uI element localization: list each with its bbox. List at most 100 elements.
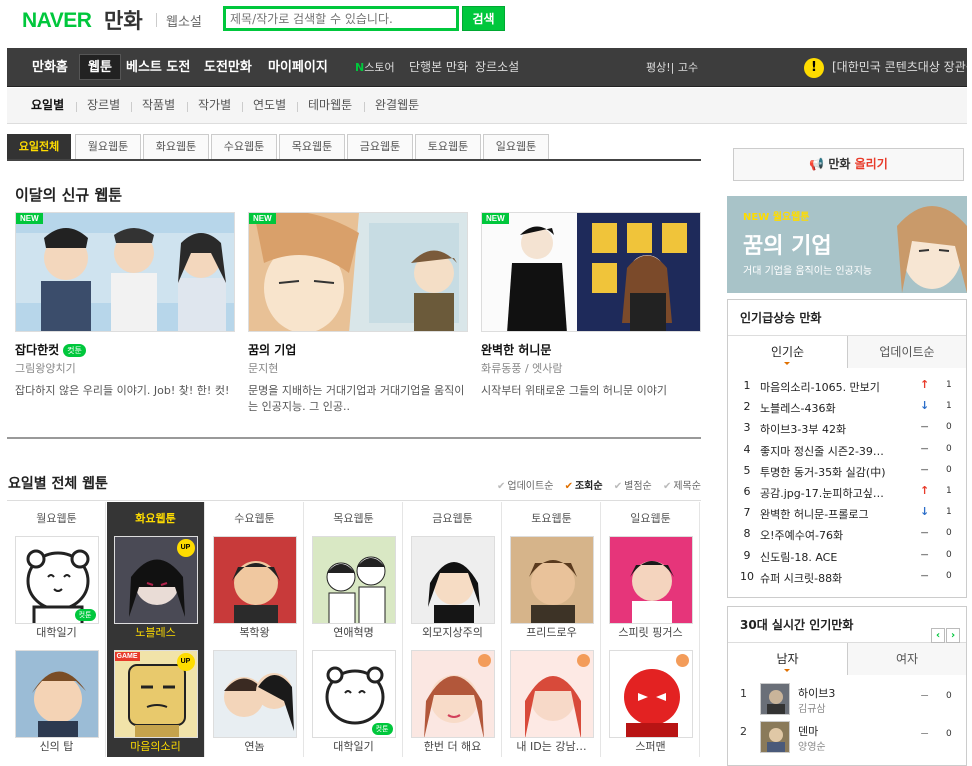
webtoon-thumbnail[interactable] bbox=[212, 650, 297, 738]
webtoon-title[interactable]: 외모지상주의 bbox=[411, 624, 495, 650]
webtoon-item[interactable]: 컷툰 대학일기 bbox=[14, 536, 99, 650]
webtoon-title[interactable]: 내 ID는 강남… bbox=[510, 738, 594, 764]
next-icon[interactable]: › bbox=[946, 628, 960, 643]
new-webtoon-card[interactable]: NEW 꿈의 기업 문지현 문명을 지배하는 거대기업과 거대기업을 움직이는 … bbox=[248, 212, 468, 415]
webtoon-item[interactable]: 신의 탑 bbox=[14, 650, 99, 764]
comic-title[interactable]: 오!주예수여-76화 bbox=[760, 527, 920, 543]
day-column-title[interactable]: 금요웹툰 bbox=[404, 502, 501, 536]
webtoon-thumbnail[interactable]: UP bbox=[113, 536, 198, 624]
webtoon-title[interactable]: 한번 더 해요 bbox=[411, 738, 495, 764]
promo-banner[interactable]: NEW 월요웹툰 꿈의 기업 거대 기업을 움직이는 인공지능 bbox=[727, 196, 967, 293]
webtoon-thumbnail[interactable]: NEW bbox=[248, 212, 468, 332]
comic-title[interactable]: 신도림-18. ACE bbox=[760, 549, 920, 565]
webtoon-thumbnail[interactable] bbox=[311, 536, 396, 624]
comics-logo[interactable]: 만화 bbox=[104, 5, 143, 35]
rank-row[interactable]: 5 투명한 동거-35화 실감(中) − 0 bbox=[740, 461, 960, 481]
webtoon-item[interactable]: 복학왕 bbox=[212, 536, 297, 650]
user-info[interactable]: 평상!| 고수 bbox=[646, 48, 698, 87]
sort-views[interactable]: ✔ 조회순 bbox=[565, 477, 603, 492]
webtoon-author[interactable]: 문지현 bbox=[248, 360, 468, 376]
webtoon-title[interactable]: 꿈의 기업 bbox=[248, 341, 468, 358]
nav-genre-novel[interactable]: 장르소설 bbox=[475, 48, 519, 87]
sort-rating[interactable]: ✔ 별점순 bbox=[614, 477, 652, 492]
nav-challenge[interactable]: 도전만화 bbox=[204, 48, 252, 87]
comic-title[interactable]: 슈퍼 시크릿-88화 bbox=[760, 570, 920, 586]
rank-row[interactable]: 4 좋지마 정신줄 시즌2-39… − 0 bbox=[740, 440, 960, 460]
webtoon-title[interactable]: 대학일기 bbox=[312, 738, 396, 764]
webtoon-title[interactable]: 완벽한 허니문 bbox=[481, 341, 701, 358]
comic-title[interactable]: 하이브3-3부 42화 bbox=[760, 421, 920, 437]
comic-title[interactable]: 공감.jpg-17.눈피하고싶… bbox=[760, 485, 920, 501]
webtoon-item[interactable]: 스퍼맨 bbox=[608, 650, 693, 764]
rank-row[interactable]: 2 노블레스-436화 ↓ 1 bbox=[740, 397, 960, 417]
webtoon-thumbnail[interactable]: 컷툰 bbox=[14, 536, 99, 624]
webtoon-item[interactable]: 한번 더 해요 bbox=[410, 650, 495, 764]
webtoon-thumbnail[interactable] bbox=[509, 536, 594, 624]
day-column-title[interactable]: 수요웹툰 bbox=[206, 502, 303, 536]
webtoon-author[interactable]: 화류동풍 / 엣사람 bbox=[481, 360, 701, 376]
tab-wed[interactable]: 수요웹툰 bbox=[211, 134, 277, 159]
day-column-title[interactable]: 화요웹툰 bbox=[107, 502, 204, 536]
rank-row[interactable]: 1 마음의소리-1065. 만보기 ↑ 1 bbox=[740, 376, 960, 396]
comic-title[interactable]: 덴마 bbox=[798, 723, 818, 739]
rank-row[interactable]: 10 슈퍼 시크릿-88화 − 0 bbox=[740, 567, 960, 587]
webtoon-thumbnail[interactable] bbox=[410, 650, 495, 738]
webtoon-item[interactable]: 컷툰 대학일기 bbox=[311, 650, 396, 764]
webtoon-thumbnail[interactable] bbox=[509, 650, 594, 738]
sort-update[interactable]: ✔ 업데이트순 bbox=[497, 477, 553, 492]
nav-mypage[interactable]: 마이페이지 bbox=[268, 48, 328, 87]
webtoon-author[interactable]: 그림왕양치기 bbox=[15, 360, 235, 376]
subnav-by-title[interactable]: 작품별 bbox=[142, 88, 175, 123]
comic-title[interactable]: 좋지마 정신줄 시즌2-39… bbox=[760, 443, 920, 459]
tab-sat[interactable]: 토요웹툰 bbox=[415, 134, 481, 159]
rank-row[interactable]: 6 공감.jpg-17.눈피하고싶… ↑ 1 bbox=[740, 482, 960, 502]
tab-all-days[interactable]: 요일전체 bbox=[7, 134, 71, 159]
tab-mon[interactable]: 월요웹툰 bbox=[75, 134, 141, 159]
webtoon-title[interactable]: 프리드로우 bbox=[510, 624, 594, 650]
new-webtoon-card[interactable]: NEW 잡다한컷 컷툰 그림왕양치기 잡다하지 않은 우리들 이야기. Job! … bbox=[15, 212, 235, 415]
nav-comics-home[interactable]: 만화홈 bbox=[32, 48, 68, 87]
tab-tue[interactable]: 화요웹툰 bbox=[143, 134, 209, 159]
webtoon-item[interactable]: 연놈 bbox=[212, 650, 297, 764]
webtoon-title[interactable]: 스퍼맨 bbox=[609, 738, 693, 764]
webtoon-item[interactable]: 내 ID는 강남… bbox=[509, 650, 594, 764]
nav-book-comics[interactable]: 단행본 만화 bbox=[409, 48, 468, 87]
rank-row[interactable]: 7 완벽한 허니문-프롤로그 ↓ 1 bbox=[740, 503, 960, 523]
day-column-title[interactable]: 목요웹툰 bbox=[305, 502, 402, 536]
tab-thu[interactable]: 목요웹툰 bbox=[279, 134, 345, 159]
webtoon-item[interactable]: 스피릿 핑거스 bbox=[608, 536, 693, 650]
subnav-completed[interactable]: 완결웹툰 bbox=[375, 88, 419, 123]
prev-icon[interactable]: ‹ bbox=[931, 628, 945, 643]
web-novel-link[interactable]: 웹소설 bbox=[166, 11, 202, 30]
webtoon-thumbnail[interactable] bbox=[212, 536, 297, 624]
comic-title[interactable]: 투명한 동거-35화 실감(中) bbox=[760, 464, 920, 480]
tab-male[interactable]: 남자 bbox=[728, 643, 847, 675]
day-column-title[interactable]: 일요웹툰 bbox=[602, 502, 699, 536]
naver-logo[interactable]: NAVER bbox=[22, 9, 92, 33]
nav-store[interactable]: N스토어 bbox=[355, 48, 395, 87]
comic-title[interactable]: 마음의소리-1065. 만보기 bbox=[760, 379, 920, 395]
realtime-row[interactable]: 1 하이브3 김규삼 − 0 bbox=[740, 683, 960, 717]
subnav-by-author[interactable]: 작가별 bbox=[198, 88, 231, 123]
webtoon-title[interactable]: 연놈 bbox=[213, 738, 297, 764]
webtoon-item[interactable]: GAME UP 마음의소리 bbox=[113, 650, 198, 764]
tab-female[interactable]: 여자 bbox=[847, 643, 966, 675]
day-column-title[interactable]: 월요웹툰 bbox=[8, 502, 105, 536]
webtoon-thumbnail[interactable] bbox=[410, 536, 495, 624]
webtoon-title[interactable]: 잡다한컷 bbox=[15, 343, 59, 357]
sort-title[interactable]: ✔ 제목순 bbox=[663, 477, 701, 492]
rank-row[interactable]: 8 오!주예수여-76화 − 0 bbox=[740, 524, 960, 544]
nav-webtoon[interactable]: 웹툰 bbox=[79, 54, 121, 80]
webtoon-thumbnail[interactable]: NEW bbox=[15, 212, 235, 332]
new-webtoon-card[interactable]: NEW 완벽한 허니문 화류동풍 / 엣사람 시작부터 위태로운 그들의 허니문… bbox=[481, 212, 701, 415]
webtoon-title[interactable]: 마음의소리 bbox=[114, 738, 198, 764]
rank-row[interactable]: 9 신도림-18. ACE − 0 bbox=[740, 546, 960, 566]
subnav-by-day[interactable]: 요일별 bbox=[31, 88, 64, 123]
webtoon-title[interactable]: 신의 탑 bbox=[15, 738, 99, 764]
webtoon-item[interactable]: 연애혁명 bbox=[311, 536, 396, 650]
webtoon-thumbnail[interactable] bbox=[14, 650, 99, 738]
comic-title[interactable]: 하이브3 bbox=[798, 685, 835, 701]
webtoon-thumbnail[interactable] bbox=[608, 536, 693, 624]
notice-text[interactable]: [대한민국 콘텐츠대상 장관상 bbox=[832, 48, 967, 87]
webtoon-title[interactable]: 대학일기 bbox=[15, 624, 99, 650]
